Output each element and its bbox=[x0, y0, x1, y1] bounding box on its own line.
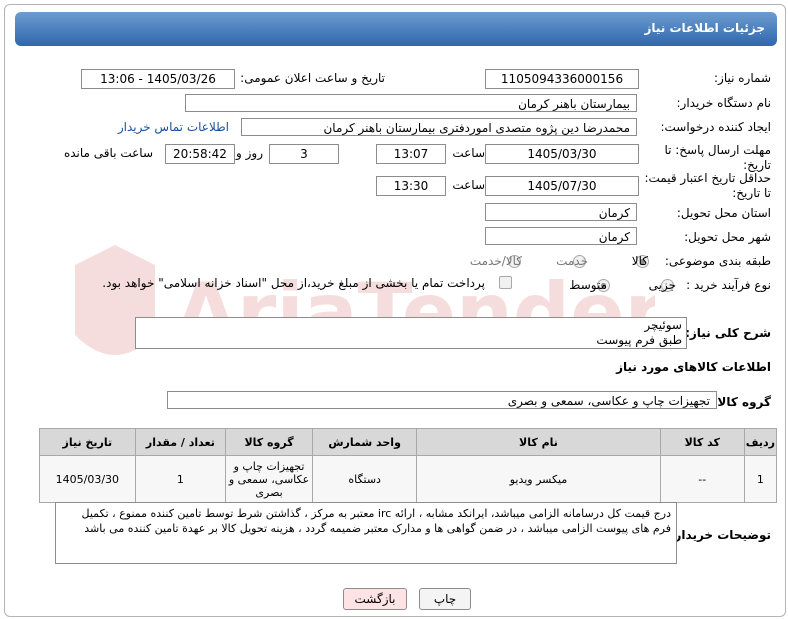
city-field: کرمان bbox=[485, 227, 637, 245]
col-group: گروه کالا bbox=[225, 428, 313, 456]
col-name: نام کالا bbox=[416, 428, 661, 456]
province-field: کرمان bbox=[485, 203, 637, 221]
process-label: نوع فرآیند خرید : bbox=[686, 278, 771, 292]
description-textarea[interactable]: سوئیچر طبق فرم پیوست bbox=[135, 317, 687, 349]
goods-group-label: گروه کالا: bbox=[712, 395, 771, 409]
remaining-label: ساعت باقی مانده bbox=[63, 146, 153, 160]
city-label: شهر محل تحویل: bbox=[684, 230, 771, 244]
goods-group-field: تجهیزات چاپ و عکاسی، سمعی و بصری bbox=[167, 391, 717, 409]
description-label: شرح کلی نیاز: bbox=[685, 326, 771, 340]
cell-name: میکسر ویدیو bbox=[416, 455, 661, 503]
deadline-time-field: 13:07 bbox=[376, 144, 446, 164]
deadline-time-label: ساعت bbox=[452, 146, 485, 160]
province-label: استان محل تحویل: bbox=[676, 206, 771, 220]
goods-info-title: اطلاعات کالاهای مورد نیاز bbox=[616, 360, 771, 374]
price-validity-time-field: 13:30 bbox=[376, 176, 446, 196]
cell-unit: دستگاه bbox=[311, 455, 418, 503]
buyer-label: نام دستگاه خریدار: bbox=[676, 96, 772, 110]
cell-group: تجهیزات چاپ و عکاسی، سمعی و بصری bbox=[225, 455, 313, 503]
deadline-date-field: 1405/03/30 bbox=[485, 144, 639, 164]
col-unit: واحد شمارش bbox=[311, 428, 418, 456]
process-option-medium: متوسط bbox=[569, 278, 607, 292]
treasury-payment-note: پرداخت تمام یا بخشی از مبلغ خرید،از محل … bbox=[102, 276, 485, 290]
category-label: طبقه بندی موضوعی: bbox=[664, 254, 771, 268]
days-field: 3 bbox=[269, 144, 339, 164]
category-option-goods: کالا bbox=[631, 254, 648, 268]
announce-field: 1405/03/26 - 13:06 bbox=[81, 69, 235, 89]
page-title: جزئیات اطلاعات نیاز bbox=[644, 21, 765, 35]
process-option-minor: جزیی bbox=[648, 278, 676, 292]
creator-label: ایجاد کننده درخواست: bbox=[660, 120, 771, 134]
cell-quantity: 1 bbox=[134, 455, 227, 503]
col-date: تاریخ نیاز bbox=[39, 428, 136, 456]
need-number-field: 1105094336000156 bbox=[485, 69, 639, 89]
need-number-label: شماره نیاز: bbox=[714, 71, 771, 85]
buyer-notes-textarea[interactable]: درج قیمت کل درسامانه الزامی میباشد، ایرا… bbox=[55, 502, 677, 564]
page-frame: جزئیات اطلاعات نیاز AriaTender.neT شماره… bbox=[4, 4, 786, 617]
buyer-notes-label: توضیحات خریدار: bbox=[669, 528, 771, 542]
table-header-row: ردیف کد کالا نام کالا واحد شمارش گروه کا… bbox=[39, 428, 778, 456]
cell-row: 1 bbox=[743, 455, 778, 503]
treasury-payment-checkbox[interactable] bbox=[499, 276, 512, 289]
category-option-goods-service: کالا/خدمت bbox=[469, 254, 522, 268]
print-button[interactable]: چاپ bbox=[419, 588, 471, 610]
days-label: روز و bbox=[236, 146, 263, 160]
description-line-1: سوئیچر bbox=[644, 318, 682, 332]
buyer-contact-link[interactable]: اطلاعات تماس خریدار bbox=[118, 120, 229, 134]
table-row: 1 -- میکسر ویدیو دستگاه تجهیزات چاپ و عک… bbox=[39, 455, 778, 503]
price-validity-time-label: ساعت bbox=[452, 178, 485, 192]
announce-label: تاریخ و ساعت اعلان عمومی: bbox=[240, 71, 385, 85]
remaining-time-field: 20:58:42 bbox=[165, 144, 235, 164]
col-quantity: تعداد / مقدار bbox=[134, 428, 227, 456]
description-line-2: طبق فرم پیوست bbox=[596, 333, 682, 347]
title-bar: جزئیات اطلاعات نیاز bbox=[15, 12, 777, 46]
cell-date: 1405/03/30 bbox=[39, 455, 136, 503]
cell-code: -- bbox=[659, 455, 745, 503]
items-table: ردیف کد کالا نام کالا واحد شمارش گروه کا… bbox=[39, 428, 778, 503]
col-code: کد کالا bbox=[659, 428, 745, 456]
price-validity-label: حداقل تاریخ اعتبار قیمت: تا تاریخ: bbox=[644, 171, 771, 200]
deadline-label: مهلت ارسال پاسخ: تا تاریخ: bbox=[664, 143, 771, 172]
creator-field: محمدرضا دین پژوه متصدی اموردفتری بیمارست… bbox=[241, 118, 637, 136]
category-option-service: خدمت bbox=[556, 254, 588, 268]
buyer-field: بیمارستان باهنر کرمان bbox=[185, 94, 637, 112]
price-validity-date-field: 1405/07/30 bbox=[485, 176, 639, 196]
col-row: ردیف bbox=[743, 428, 778, 456]
back-button[interactable]: بازگشت bbox=[343, 588, 407, 610]
